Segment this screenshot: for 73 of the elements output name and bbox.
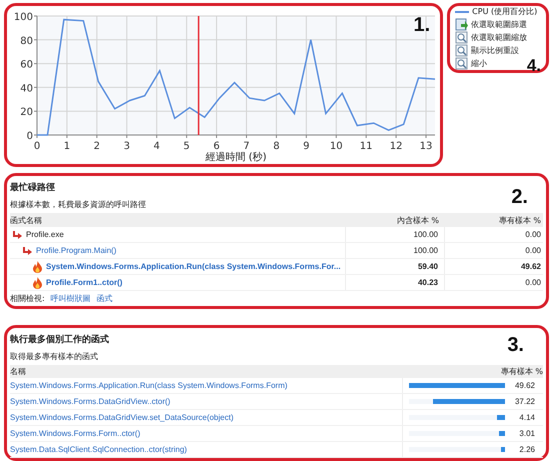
x-tick-label: 2	[94, 141, 100, 152]
x-tick-label: 8	[273, 141, 280, 152]
chart-action-link[interactable]: 縮小	[471, 58, 488, 70]
function-link[interactable]: System.Windows.Forms.DataGridView..ctor()	[10, 397, 170, 406]
callout-number: 1.	[413, 14, 430, 37]
function-link[interactable]: Profile.Form1..ctor()	[46, 278, 122, 287]
table-cell: 100.00	[345, 227, 444, 242]
y-tick-label: 40	[20, 83, 33, 94]
function-link[interactable]: System.Data.SqlClient.SqlConnection..ctor(string)	[10, 445, 187, 454]
magnifier-icon	[455, 31, 468, 44]
legend-line-icon	[455, 10, 470, 14]
x-tick-label: 13	[420, 141, 432, 152]
x-tick-label: 9	[303, 141, 310, 152]
x-tick-label: 0	[34, 141, 40, 152]
section-title: 執行最多個別工作的函式	[10, 333, 109, 346]
table-cell-text: 4.14	[518, 413, 535, 422]
x-tick-label: 5	[183, 141, 190, 152]
magnifier-icon	[455, 57, 468, 70]
selection-marker-line[interactable]	[198, 16, 200, 135]
x-tick-label: 12	[390, 141, 402, 152]
related-view-link[interactable]: 函式	[96, 293, 113, 304]
y-tick-label: 20	[20, 107, 33, 118]
x-tick-label: 3	[124, 141, 130, 152]
section-title: 最忙碌路徑	[10, 181, 55, 194]
table-cell: 100.00	[345, 243, 444, 258]
x-tick-label: 11	[360, 141, 373, 152]
x-tick-label: 1	[64, 141, 70, 152]
function-link[interactable]: System.Windows.Forms.DataGridView.set_DataSource(object)	[10, 413, 234, 422]
x-axis-title: 經過時間 (秒)	[206, 152, 266, 163]
table-cell: 49.62	[444, 259, 543, 274]
related-view-link[interactable]: 呼叫樹狀圖	[50, 293, 91, 304]
column-header: 專有樣本 %	[500, 366, 543, 377]
magnifier-icon	[455, 44, 468, 57]
x-tick-label: 7	[243, 141, 250, 152]
chart-action-link[interactable]: 依選取範圍縮放	[471, 32, 528, 44]
table-cell: 0.00	[444, 243, 543, 258]
chart-action-link[interactable]: 依選取範圍篩選	[471, 18, 528, 30]
table-cell: 40.23	[345, 275, 444, 290]
table-cell-text: 37.22	[514, 397, 535, 406]
section-subtitle: 根據樣本數，耗費最多資源的呼叫路徑	[10, 199, 146, 210]
section-subtitle: 取得最多專有樣本的函式	[10, 351, 98, 362]
x-tick-label: 4	[154, 141, 160, 152]
column-header: 名稱	[10, 366, 27, 377]
filter-icon	[455, 18, 468, 31]
flame-icon	[32, 276, 43, 288]
function-link[interactable]: System.Windows.Forms.Form..ctor()	[10, 429, 140, 438]
column-header: 專有樣本 %	[498, 214, 542, 226]
related-views-label: 相關檢視:	[10, 293, 45, 304]
x-tick-label: 10	[330, 141, 343, 152]
table-cell: 59.40	[345, 259, 444, 274]
x-tick-label: 6	[213, 141, 220, 152]
column-header: 內含樣本 %	[396, 214, 440, 226]
y-tick-label: 80	[20, 36, 33, 47]
flame-icon	[32, 260, 43, 272]
function-link[interactable]: Profile.Program.Main()	[36, 246, 116, 255]
table-cell-text: 3.01	[518, 429, 535, 438]
table-cell-text: 49.62	[514, 381, 535, 390]
hot-path-arrow-icon	[12, 229, 23, 240]
table-cell: 0.00	[444, 275, 543, 290]
legend-label: CPU (使用百分比)	[472, 6, 538, 18]
chart-action-link[interactable]: 顯示比例重設	[471, 44, 520, 56]
callout-number: 2.	[511, 186, 528, 209]
hot-path-arrow-icon	[22, 245, 33, 256]
table-cell-text: 2.26	[518, 445, 535, 454]
y-tick-label: 100	[14, 12, 33, 23]
function-link[interactable]: System.Windows.Forms.Application.Run(class System.Windows.Forms.Form)	[10, 381, 288, 390]
y-tick-label: 60	[20, 60, 33, 71]
callout-number: 3.	[507, 334, 524, 357]
column-header: 函式名稱	[10, 214, 43, 226]
function-name: Profile.exe	[26, 230, 64, 239]
table-cell: 0.00	[444, 227, 543, 242]
y-tick-label: 0	[26, 131, 33, 142]
function-link[interactable]: System.Windows.Forms.Application.Run(class System.Windows.Forms.For...	[46, 262, 341, 271]
